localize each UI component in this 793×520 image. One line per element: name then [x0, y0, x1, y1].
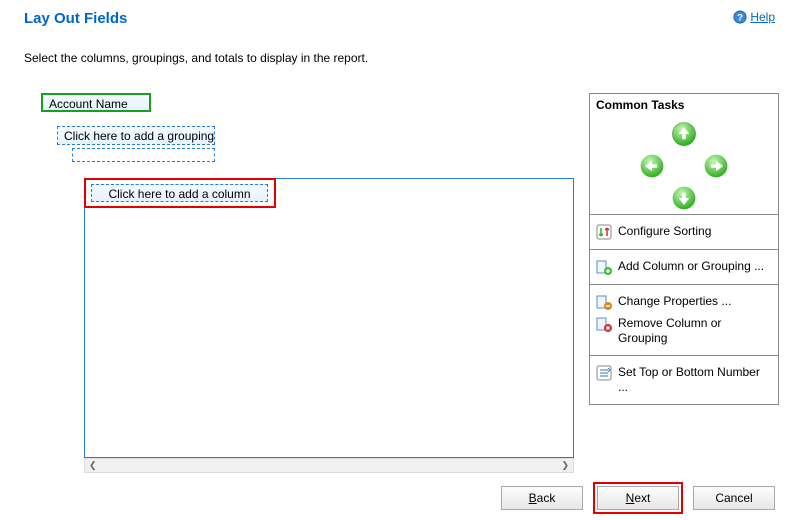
- common-tasks-panel: Common Tasks: [589, 93, 779, 405]
- wizard-footer: Back Next Cancel: [501, 482, 775, 514]
- scroll-right-icon[interactable]: ❯: [561, 460, 569, 471]
- next-label-rest: ext: [634, 491, 650, 505]
- columns-frame: [84, 178, 574, 458]
- common-tasks-title: Common Tasks: [590, 94, 778, 114]
- add-column-icon: [596, 259, 612, 275]
- remove-column-grouping-label: Remove Column or Grouping: [618, 316, 772, 346]
- empty-placeholder[interactable]: [72, 148, 215, 162]
- add-column-placeholder[interactable]: Click here to add a column: [91, 184, 268, 202]
- move-left-button[interactable]: [638, 152, 666, 180]
- sorting-icon: [596, 224, 612, 240]
- svg-text:?: ?: [737, 13, 743, 24]
- set-top-bottom-label: Set Top or Bottom Number ...: [618, 365, 772, 395]
- layout-area: Account Name Click here to add a groupin…: [24, 93, 775, 463]
- help-label: Help: [750, 10, 775, 24]
- instruction-text: Select the columns, groupings, and total…: [24, 51, 775, 65]
- back-button[interactable]: Back: [501, 486, 583, 510]
- add-column-grouping-label: Add Column or Grouping ...: [618, 259, 764, 274]
- properties-icon: [596, 294, 612, 310]
- help-icon: ?: [733, 10, 747, 24]
- add-grouping-placeholder[interactable]: Click here to add a grouping: [57, 126, 215, 145]
- back-label-rest: ack: [537, 491, 556, 505]
- page-title: Lay Out Fields: [24, 10, 127, 27]
- top-bottom-icon: [596, 365, 612, 381]
- horizontal-scrollbar[interactable]: ❮ ❯: [84, 458, 574, 473]
- account-name-field[interactable]: Account Name: [41, 93, 151, 112]
- change-properties-label: Change Properties ...: [618, 294, 731, 309]
- configure-sorting-label: Configure Sorting: [618, 224, 711, 239]
- move-arrows-zone: [590, 114, 778, 214]
- remove-column-icon: [596, 316, 612, 332]
- move-down-button[interactable]: [670, 184, 698, 212]
- move-up-button[interactable]: [670, 120, 698, 148]
- change-properties-link[interactable]: Change Properties ...: [594, 291, 774, 313]
- move-right-button[interactable]: [702, 152, 730, 180]
- remove-column-grouping-link[interactable]: Remove Column or Grouping: [594, 313, 774, 349]
- set-top-bottom-link[interactable]: Set Top or Bottom Number ...: [594, 362, 774, 398]
- scroll-left-icon[interactable]: ❮: [89, 460, 97, 471]
- cancel-button[interactable]: Cancel: [693, 486, 775, 510]
- highlight-next: Next: [593, 482, 683, 514]
- configure-sorting-link[interactable]: Configure Sorting: [594, 221, 774, 243]
- add-column-grouping-link[interactable]: Add Column or Grouping ...: [594, 256, 774, 278]
- help-link[interactable]: ? Help: [733, 10, 775, 24]
- next-button[interactable]: Next: [597, 486, 679, 510]
